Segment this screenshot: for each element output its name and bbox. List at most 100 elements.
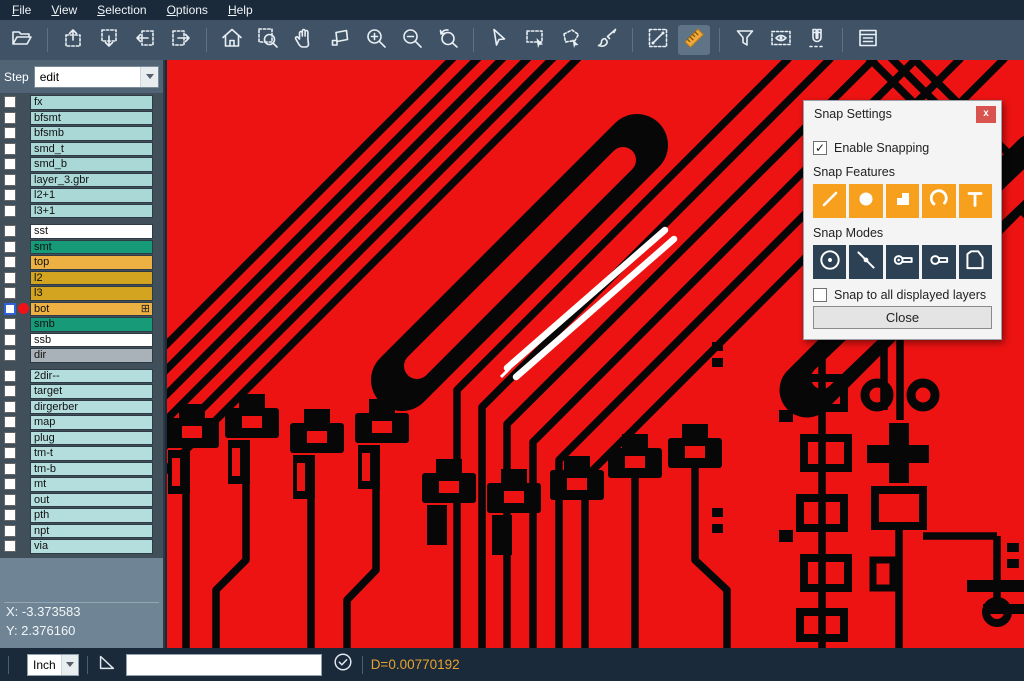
zoom-previous-button[interactable] — [432, 25, 464, 55]
layer-row[interactable]: sst — [0, 224, 163, 239]
layer-checkbox[interactable] — [4, 143, 16, 155]
layer-checkbox[interactable] — [4, 540, 16, 552]
layer-checkbox[interactable] — [4, 272, 16, 284]
layer-checkbox[interactable] — [4, 112, 16, 124]
poly-select-button[interactable] — [555, 25, 587, 55]
zoom-out-button[interactable] — [396, 25, 428, 55]
zoom-region-button[interactable] — [252, 25, 284, 55]
close-icon[interactable]: x — [976, 106, 996, 123]
layer-checkbox[interactable] — [4, 334, 16, 346]
brush-button[interactable] — [591, 25, 623, 55]
measure-line-button[interactable] — [642, 25, 674, 55]
layer-checkbox[interactable] — [4, 494, 16, 506]
menu-help[interactable]: Help — [218, 1, 263, 19]
zoom-in-button[interactable] — [360, 25, 392, 55]
snap-settings-button[interactable] — [801, 25, 833, 55]
layer-checkbox[interactable] — [4, 478, 16, 490]
move-down-button[interactable] — [93, 25, 125, 55]
snap-mode-feature-end-button[interactable] — [886, 245, 919, 279]
layer-checkbox[interactable] — [4, 189, 16, 201]
snap-feature-text-button[interactable] — [959, 184, 992, 218]
layer-checkbox[interactable] — [4, 241, 16, 253]
layer-row[interactable]: l2+1 — [0, 188, 163, 203]
layer-checkbox[interactable] — [4, 385, 16, 397]
layer-checkbox[interactable] — [4, 303, 16, 315]
layer-checkbox[interactable] — [4, 158, 16, 170]
unit-select[interactable]: Inch — [27, 654, 79, 676]
layer-row[interactable]: smd_t — [0, 142, 163, 157]
enable-snapping-row[interactable]: ✓ Enable Snapping — [813, 141, 992, 155]
chevron-down-icon[interactable] — [61, 655, 78, 675]
layer-checkbox[interactable] — [4, 416, 16, 428]
layer-row[interactable]: pth — [0, 508, 163, 523]
layer-checkbox[interactable] — [4, 525, 16, 537]
menu-options[interactable]: Options — [157, 1, 218, 19]
rect-select-button[interactable] — [519, 25, 551, 55]
transform-button[interactable] — [324, 25, 356, 55]
snap-all-layers-row[interactable]: Snap to all displayed layers — [813, 288, 992, 302]
layer-row-active[interactable]: bot⊞ — [0, 302, 163, 317]
layer-row[interactable]: smt — [0, 240, 163, 255]
pan-button[interactable] — [288, 25, 320, 55]
layer-row[interactable]: smb — [0, 317, 163, 332]
layer-row[interactable]: bfsmt — [0, 111, 163, 126]
layer-row[interactable]: l3 — [0, 286, 163, 301]
dialog-titlebar[interactable]: Snap Settings x — [804, 101, 1001, 127]
layer-row[interactable]: top — [0, 255, 163, 270]
enable-snapping-checkbox[interactable]: ✓ — [813, 141, 827, 155]
move-right-button[interactable] — [165, 25, 197, 55]
layer-checkbox[interactable] — [4, 287, 16, 299]
layer-checkbox[interactable] — [4, 349, 16, 361]
menu-selection[interactable]: Selection — [87, 1, 156, 19]
layer-row[interactable]: npt — [0, 524, 163, 539]
snap-mode-entire-feature-button[interactable] — [922, 245, 955, 279]
layer-row[interactable]: l2 — [0, 271, 163, 286]
circle-check-icon[interactable] — [332, 651, 354, 678]
layer-checkbox[interactable] — [4, 225, 16, 237]
layer-checkbox[interactable] — [4, 96, 16, 108]
command-input[interactable] — [126, 654, 322, 676]
snap-mode-midpoint-button[interactable] — [849, 245, 882, 279]
open-folder-button[interactable] — [6, 25, 38, 55]
view-filter-button[interactable] — [765, 25, 797, 55]
snap-feature-pad-button[interactable] — [886, 184, 919, 218]
snap-all-layers-checkbox[interactable] — [813, 288, 827, 302]
layer-row[interactable]: 2dir-- — [0, 369, 163, 384]
layer-checkbox[interactable] — [4, 447, 16, 459]
layer-checkbox[interactable] — [4, 127, 16, 139]
chevron-down-icon[interactable] — [140, 67, 158, 87]
close-button[interactable]: Close — [813, 306, 992, 329]
layer-checkbox[interactable] — [4, 432, 16, 444]
angle-measure-icon[interactable] — [96, 651, 118, 678]
layer-row[interactable]: tm-b — [0, 462, 163, 477]
layer-checkbox[interactable] — [4, 256, 16, 268]
filter-button[interactable] — [729, 25, 761, 55]
layer-row[interactable]: tm-t — [0, 446, 163, 461]
layer-checkbox[interactable] — [4, 174, 16, 186]
layer-row[interactable]: map — [0, 415, 163, 430]
layer-row[interactable]: layer_3.gbr — [0, 173, 163, 188]
home-view-button[interactable] — [216, 25, 248, 55]
step-select[interactable]: edit — [34, 66, 159, 88]
layer-row[interactable]: l3+1 — [0, 204, 163, 219]
snap-feature-circle-button[interactable] — [849, 184, 882, 218]
select-arrow-button[interactable] — [483, 25, 515, 55]
layer-row[interactable]: via — [0, 539, 163, 554]
layer-row[interactable]: dir — [0, 348, 163, 363]
layer-row[interactable]: ssb — [0, 333, 163, 348]
snap-mode-vertex-button[interactable] — [959, 245, 992, 279]
layer-checkbox[interactable] — [4, 318, 16, 330]
menu-file[interactable]: File — [2, 1, 41, 19]
layer-checkbox[interactable] — [4, 463, 16, 475]
menu-view[interactable]: View — [41, 1, 87, 19]
layer-row[interactable]: out — [0, 493, 163, 508]
layer-checkbox[interactable] — [4, 370, 16, 382]
snap-mode-center-button[interactable] — [813, 245, 846, 279]
layer-row[interactable]: mt — [0, 477, 163, 492]
layer-row[interactable]: bfsmb — [0, 126, 163, 141]
layer-row[interactable]: target — [0, 384, 163, 399]
snap-feature-line-button[interactable] — [813, 184, 846, 218]
layer-checkbox[interactable] — [4, 509, 16, 521]
layer-row[interactable]: fx — [0, 95, 163, 110]
ruler-button[interactable] — [678, 25, 710, 55]
